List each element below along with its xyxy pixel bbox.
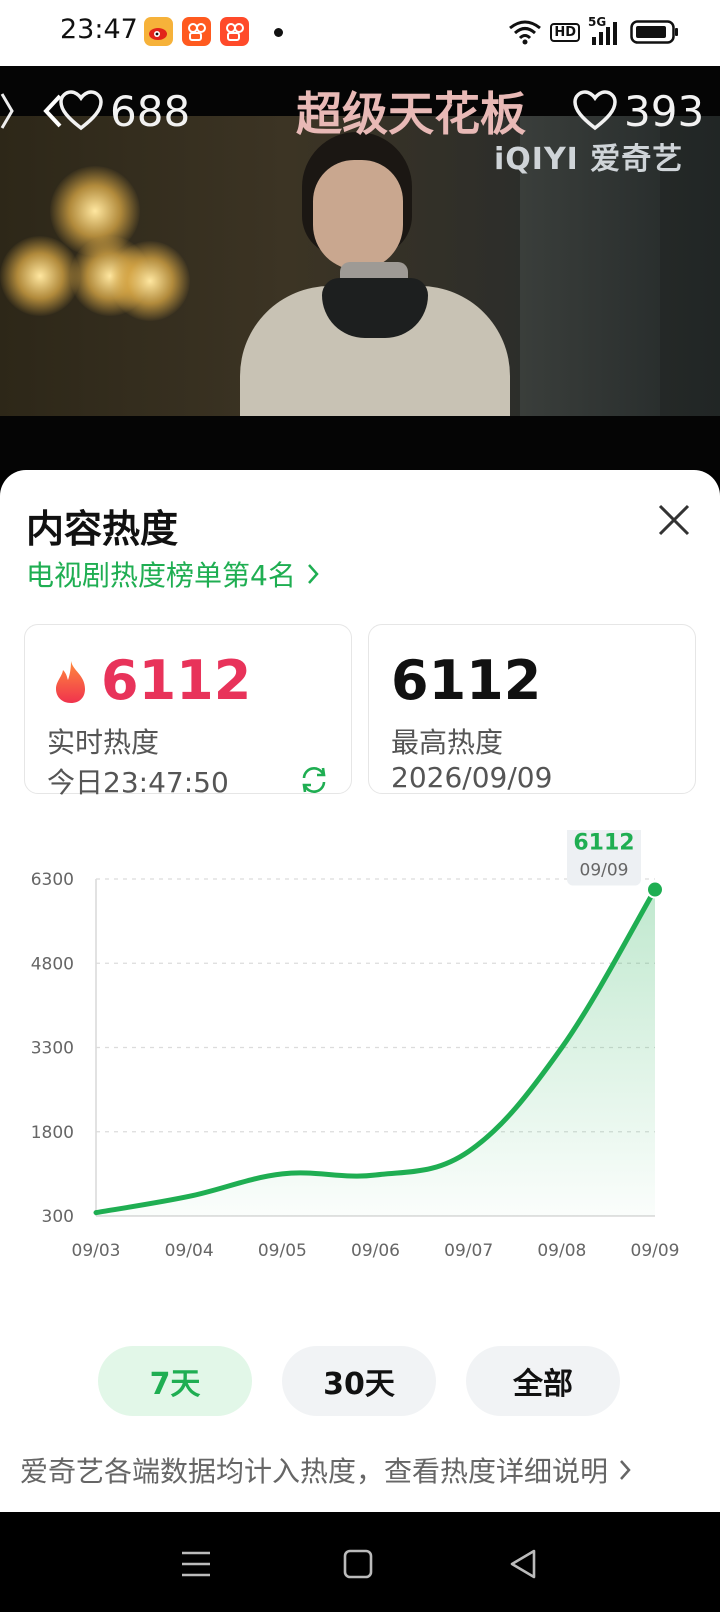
- system-navigation-bar: [0, 1512, 720, 1612]
- peak-heat-card: 6112 最高热度 2026/09/09: [368, 624, 696, 794]
- peak-heat-value: 6112: [391, 649, 542, 712]
- kuaishou-app-icon: [182, 17, 211, 46]
- panel-title: 内容热度: [26, 507, 179, 551]
- chandelier-light: [0, 236, 80, 316]
- home-square-icon[interactable]: [338, 1544, 378, 1584]
- hd-badge: HD: [550, 22, 580, 42]
- status-time: 23:47: [60, 14, 138, 45]
- rank-link-text: 电视剧热度榜单第4名: [26, 559, 296, 592]
- heart-icon[interactable]: [572, 90, 618, 132]
- x-tick-label: 09/05: [258, 1241, 307, 1261]
- realtime-heat-timestamp: 今日23:47:50: [47, 766, 229, 799]
- peak-heat-label: 最高热度: [391, 726, 504, 759]
- menu-icon[interactable]: [176, 1544, 216, 1584]
- cellular-signal-icon: 5G: [588, 15, 622, 45]
- y-tick-label: 3300: [31, 1039, 74, 1059]
- heat-explanation-link[interactable]: 爱奇艺各端数据均计入热度，查看热度详细说明: [20, 1450, 632, 1490]
- x-tick-label: 09/03: [72, 1241, 121, 1261]
- double-chevron-icon: [0, 93, 14, 129]
- chevron-right-icon: [307, 564, 319, 584]
- back-triangle-icon[interactable]: [504, 1544, 544, 1584]
- range-tab-all[interactable]: 全部: [466, 1346, 620, 1416]
- tooltip-date: 09/09: [580, 861, 629, 881]
- status-indicators: HD 5G: [508, 15, 680, 48]
- content-heat-panel: 内容热度 电视剧热度榜单第4名 6112 实时热度 今日23:47:50 611…: [0, 470, 720, 1512]
- heat-area-fill: [96, 889, 655, 1216]
- right-overlay: 393: [572, 80, 704, 142]
- range-tab-30-days[interactable]: 30天: [282, 1346, 436, 1416]
- rank-link[interactable]: 电视剧热度榜单第4名: [26, 554, 320, 594]
- x-tick-label: 09/07: [444, 1241, 493, 1261]
- actress-face: [313, 160, 403, 270]
- peak-heat-date: 2026/09/09: [391, 761, 553, 794]
- refresh-icon[interactable]: [299, 765, 329, 795]
- notification-dot: [274, 28, 283, 37]
- heat-explanation-text: 爱奇艺各端数据均计入热度，查看热度详细说明: [20, 1455, 609, 1488]
- iqiyi-watermark: iQIYI 爱奇艺: [494, 142, 684, 177]
- x-tick-label: 09/09: [631, 1241, 680, 1261]
- chandelier-light: [110, 241, 190, 321]
- latest-data-point[interactable]: [646, 880, 664, 899]
- x-tick-label: 09/06: [351, 1241, 400, 1261]
- y-tick-label: 4800: [31, 954, 74, 974]
- time-range-tabs: 7天 30天 全部: [0, 1346, 720, 1416]
- x-tick-label: 09/08: [537, 1241, 586, 1261]
- realtime-heat-value: 6112: [101, 649, 252, 712]
- heat-trend-chart: 300 1800 3300 4800 6300 09/03 09/04 09/05 09/06…: [31, 830, 680, 1261]
- y-tick-label: 300: [42, 1207, 74, 1227]
- flame-icon: [56, 661, 85, 703]
- wifi-icon: [509, 20, 542, 45]
- video-player[interactable]: 688 超级天花板 393 iQIYI 爱奇艺: [0, 66, 720, 470]
- heart-icon[interactable]: [58, 90, 104, 132]
- video-letterbox-bottom: [0, 416, 720, 470]
- banner-title: 超级天花板: [296, 87, 526, 141]
- left-overlay: 688: [0, 80, 190, 142]
- chevron-right-icon: [620, 1460, 631, 1480]
- x-tick-label: 09/04: [165, 1241, 214, 1261]
- status-bar: 23:47 HD 5G: [0, 0, 720, 66]
- close-icon[interactable]: [654, 500, 694, 540]
- battery-icon: [630, 20, 678, 44]
- y-tick-label: 1800: [31, 1123, 74, 1143]
- kuaishou-lite-app-icon: [220, 17, 249, 46]
- tooltip-value: 6112: [573, 831, 634, 856]
- range-tab-7-days[interactable]: 7天: [98, 1346, 252, 1416]
- realtime-heat-label: 实时热度: [47, 726, 160, 759]
- realtime-heat-card: 6112 实时热度 今日23:47:50: [24, 624, 352, 799]
- y-tick-label: 6300: [31, 870, 74, 890]
- weibo-app-icon: [144, 17, 173, 46]
- right-like-count: 393: [624, 86, 705, 136]
- left-like-count: 688: [110, 86, 191, 136]
